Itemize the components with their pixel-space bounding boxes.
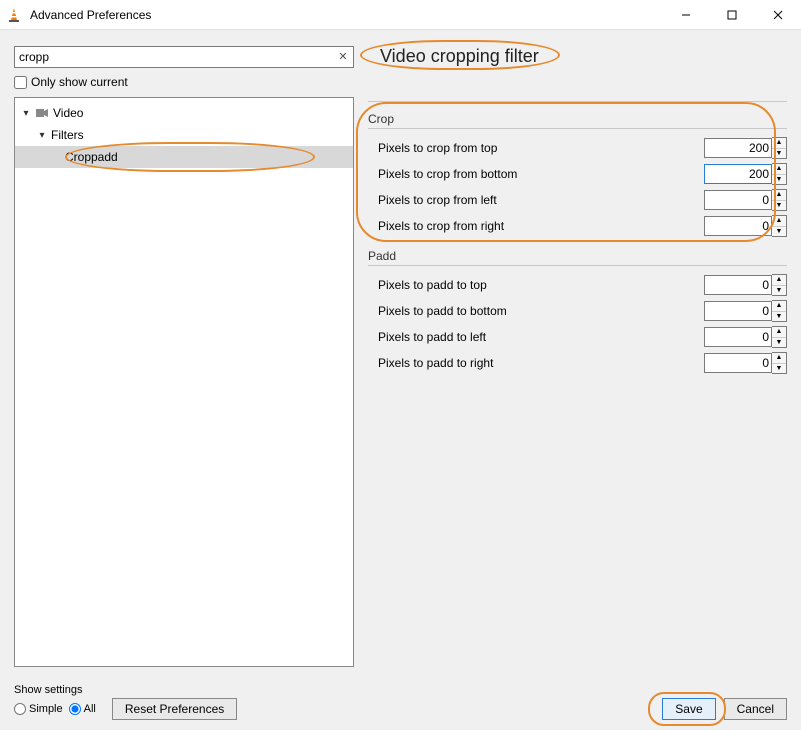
field-row: Pixels to padd to bottom ▲▼ [368,298,787,324]
field-row: Pixels to padd to left ▲▼ [368,324,787,350]
spin-down-icon[interactable]: ▼ [772,148,786,158]
tree-item-video[interactable]: ▾ Video [15,102,353,124]
padd-left-spinner[interactable]: ▲▼ [704,326,787,348]
spin-up-icon[interactable]: ▲ [772,275,786,285]
spin-down-icon[interactable]: ▼ [772,200,786,210]
chevron-down-icon: ▾ [21,108,31,119]
vlc-cone-icon [6,7,22,23]
window-title: Advanced Preferences [30,8,663,22]
crop-top-input[interactable] [704,138,772,158]
page-heading: Video cropping filter [368,44,551,69]
video-icon [35,106,49,120]
chevron-down-icon: ▾ [37,130,47,141]
maximize-icon [727,10,737,20]
radio-simple[interactable]: Simple [14,703,63,715]
spin-up-icon[interactable]: ▲ [772,164,786,174]
field-row: Pixels to crop from right ▲▼ [368,213,787,239]
page-heading-text: Video cropping filter [380,46,539,66]
radio-all[interactable]: All [69,703,96,715]
spin-up-icon[interactable]: ▲ [772,301,786,311]
spin-up-icon[interactable]: ▲ [772,216,786,226]
field-label: Pixels to padd to top [378,278,487,292]
title-bar: Advanced Preferences [0,0,801,30]
search-wrapper: ✕ [14,46,354,68]
show-settings-label: Show settings [14,684,237,696]
cancel-button[interactable]: Cancel [724,698,787,720]
padd-left-input[interactable] [704,327,772,347]
field-label: Pixels to padd to bottom [378,304,507,318]
padd-bottom-spinner[interactable]: ▲▼ [704,300,787,322]
minimize-icon [681,10,691,20]
padd-bottom-input[interactable] [704,301,772,321]
only-show-current-checkbox[interactable] [14,76,27,89]
tree-item-croppadd[interactable]: Croppadd [15,146,353,168]
spin-down-icon[interactable]: ▼ [772,285,786,295]
field-label: Pixels to crop from right [378,219,504,233]
crop-left-spinner[interactable]: ▲▼ [704,189,787,211]
divider [368,101,787,102]
show-settings-group: Show settings Simple All Reset Preferenc… [14,684,237,720]
settings-panel: Crop Pixels to crop from top ▲▼ Pixels t… [368,97,787,667]
tree-item-filters[interactable]: ▾ Filters [15,124,353,146]
padd-right-input[interactable] [704,353,772,373]
footer-bar: Show settings Simple All Reset Preferenc… [14,684,787,720]
padd-top-spinner[interactable]: ▲▼ [704,274,787,296]
tree-item-label: Croppadd [65,150,118,164]
crop-bottom-input[interactable] [704,164,772,184]
padd-right-spinner[interactable]: ▲▼ [704,352,787,374]
field-label: Pixels to crop from bottom [378,167,517,181]
spin-down-icon[interactable]: ▼ [772,363,786,373]
crop-left-input[interactable] [704,190,772,210]
only-show-current-label: Only show current [31,75,128,89]
crop-right-spinner[interactable]: ▲▼ [704,215,787,237]
crop-group: Crop Pixels to crop from top ▲▼ Pixels t… [368,112,787,239]
crop-right-input[interactable] [704,216,772,236]
save-button[interactable]: Save [662,698,715,720]
field-row: Pixels to crop from left ▲▼ [368,187,787,213]
crop-bottom-spinner[interactable]: ▲▼ [704,163,787,185]
field-row: Pixels to padd to top ▲▼ [368,272,787,298]
clear-search-button[interactable]: ✕ [335,49,351,65]
field-row: Pixels to crop from top ▲▼ [368,135,787,161]
field-label: Pixels to crop from top [378,141,497,155]
padd-top-input[interactable] [704,275,772,295]
padd-group: Padd Pixels to padd to top ▲▼ Pixels to … [368,249,787,376]
group-title: Crop [368,112,787,129]
spin-up-icon[interactable]: ▲ [772,190,786,200]
spin-down-icon[interactable]: ▼ [772,174,786,184]
crop-top-spinner[interactable]: ▲▼ [704,137,787,159]
field-label: Pixels to crop from left [378,193,497,207]
minimize-button[interactable] [663,0,709,30]
field-label: Pixels to padd to right [378,356,493,370]
field-label: Pixels to padd to left [378,330,486,344]
spin-down-icon[interactable]: ▼ [772,311,786,321]
spin-down-icon[interactable]: ▼ [772,337,786,347]
field-row: Pixels to padd to right ▲▼ [368,350,787,376]
spin-up-icon[interactable]: ▲ [772,353,786,363]
field-row: Pixels to crop from bottom ▲▼ [368,161,787,187]
reset-preferences-button[interactable]: Reset Preferences [112,698,237,720]
maximize-button[interactable] [709,0,755,30]
spin-down-icon[interactable]: ▼ [772,226,786,236]
tree-item-label: Filters [51,128,84,142]
spin-up-icon[interactable]: ▲ [772,138,786,148]
close-icon [773,10,783,20]
spin-up-icon[interactable]: ▲ [772,327,786,337]
tree-item-label: Video [53,106,83,120]
group-title: Padd [368,249,787,266]
search-input[interactable] [14,46,354,68]
category-tree[interactable]: ▾ Video ▾ Filters Croppadd [14,97,354,667]
close-button[interactable] [755,0,801,30]
